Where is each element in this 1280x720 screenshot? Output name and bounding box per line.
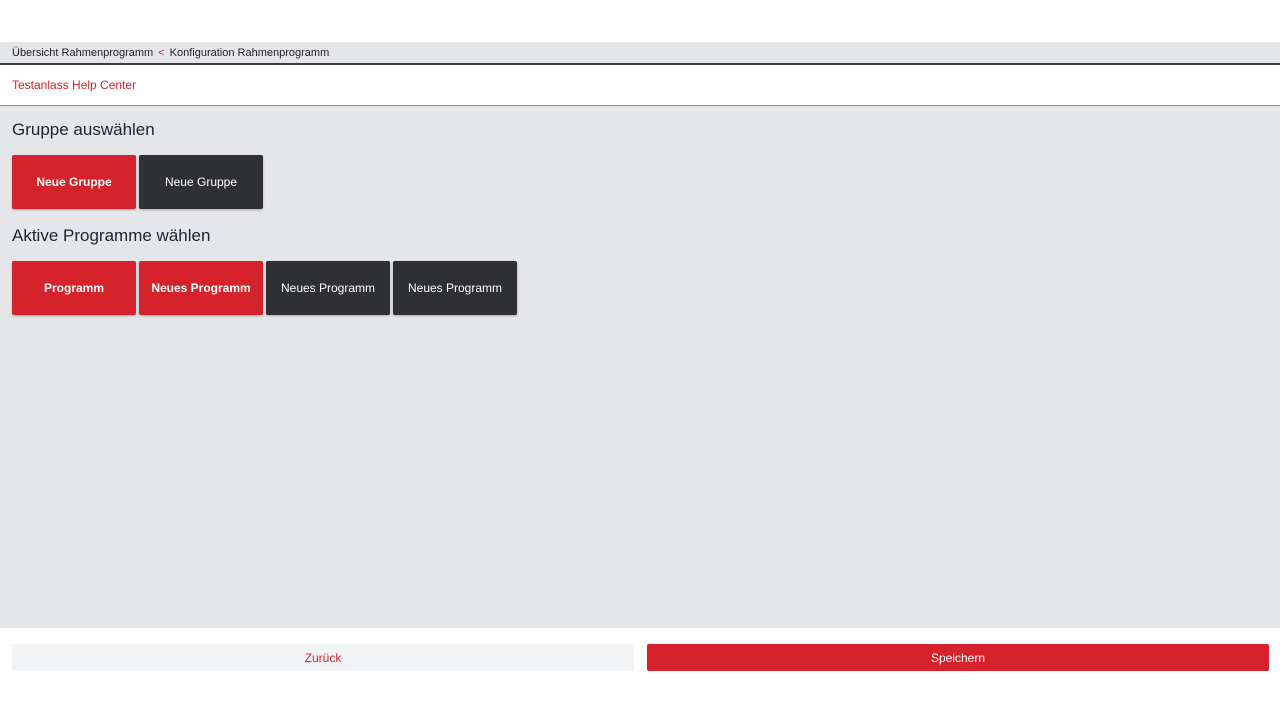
breadcrumb-current: Konfiguration Rahmenprogramm xyxy=(169,46,330,59)
breadcrumb-overview-link[interactable]: Übersicht Rahmenprogramm xyxy=(12,47,153,59)
main-content: Gruppe auswählen Neue Gruppe Neue Gruppe… xyxy=(0,106,1280,628)
event-title-bar: Testanlass Help Center xyxy=(0,65,1280,106)
program-button-4[interactable]: Neues Programm xyxy=(393,261,517,315)
group-button-row: Neue Gruppe Neue Gruppe xyxy=(12,155,1268,209)
program-button-2[interactable]: Neues Programm xyxy=(139,261,263,315)
program-section-title: Aktive Programme wählen xyxy=(12,226,211,245)
group-button-inactive[interactable]: Neue Gruppe xyxy=(139,155,263,209)
back-button[interactable]: Zurück xyxy=(12,644,634,671)
save-button[interactable]: Speichern xyxy=(647,644,1269,671)
program-button-1[interactable]: Programm xyxy=(12,261,136,315)
top-spacer xyxy=(0,0,1280,42)
breadcrumb: Übersicht Rahmenprogramm < Konfiguration… xyxy=(0,42,1280,65)
breadcrumb-separator: < xyxy=(158,46,165,59)
footer-actions: Zurück Speichern xyxy=(0,628,1280,720)
group-button-active[interactable]: Neue Gruppe xyxy=(12,155,136,209)
group-section-title: Gruppe auswählen xyxy=(12,120,155,139)
program-button-3[interactable]: Neues Programm xyxy=(266,261,390,315)
event-title: Testanlass Help Center xyxy=(12,78,137,92)
program-button-row: Programm Neues Programm Neues Programm N… xyxy=(12,261,1268,315)
